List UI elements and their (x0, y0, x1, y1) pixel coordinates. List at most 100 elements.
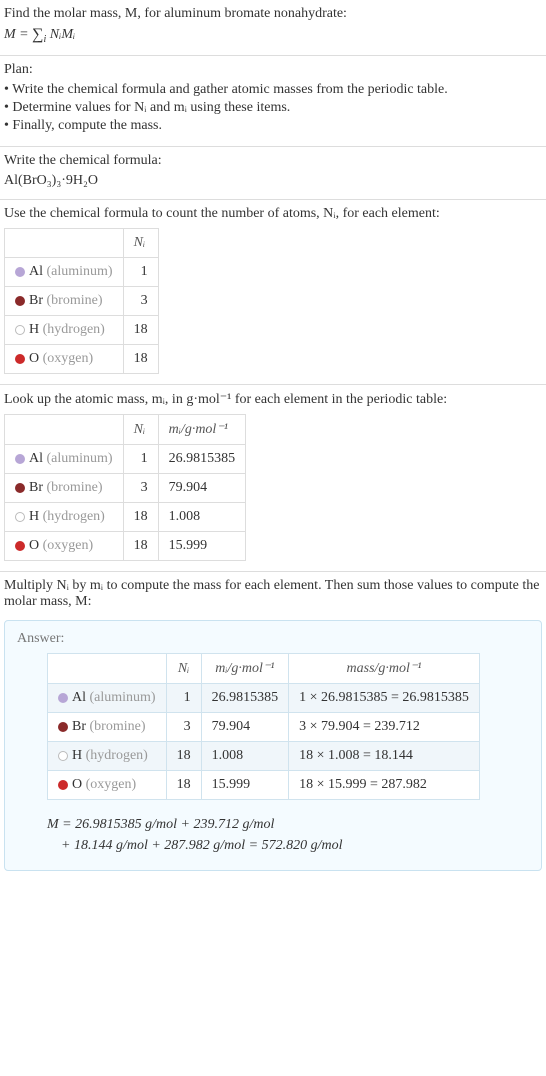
plan-section: Plan: • Write the chemical formula and g… (0, 56, 546, 147)
element-symbol: H (29, 322, 39, 337)
empty-header (5, 415, 124, 445)
answer-table: Nᵢ mᵢ/g·mol⁻¹ mass/g·mol⁻¹ Al (aluminum)… (47, 653, 480, 800)
element-swatch-icon (15, 296, 25, 306)
header-ni: Nᵢ (123, 229, 158, 258)
intro-equation: M = ∑i NᵢMᵢ (4, 26, 542, 45)
element-name: (bromine) (90, 719, 146, 734)
ni-value: 18 (166, 771, 201, 800)
table-row: Al (aluminum) 1 (5, 258, 159, 287)
element-swatch-icon (15, 267, 25, 277)
element-swatch-icon (58, 693, 68, 703)
plan-title: Plan: (4, 62, 542, 78)
element-swatch-icon (15, 354, 25, 364)
header-ni: Nᵢ (166, 654, 201, 684)
eq-right: NᵢMᵢ (46, 27, 75, 42)
ni-value: 18 (123, 316, 158, 345)
element-swatch-icon (15, 512, 25, 522)
chem-formula: Al(BrO₃)₃·9H₂O (4, 173, 542, 189)
ni-value: 1 (123, 258, 158, 287)
element-cell: Al (aluminum) (5, 445, 124, 474)
element-swatch-icon (15, 325, 25, 335)
ni-value: 18 (123, 345, 158, 374)
answer-label: Answer: (17, 631, 529, 647)
plan-bullet-1: • Write the chemical formula and gather … (4, 82, 542, 98)
chem-title: Write the chemical formula: (4, 153, 542, 169)
ni-value: 1 (123, 445, 158, 474)
element-cell: O (oxygen) (5, 532, 124, 561)
count-table: Nᵢ Al (aluminum) 1 Br (bromine) 3 H (hyd… (4, 228, 159, 374)
table-row: H (hydrogen) 18 1.008 (5, 503, 246, 532)
element-swatch-icon (15, 454, 25, 464)
final-line-2: + 18.144 g/mol + 287.982 g/mol = 572.820… (47, 835, 529, 856)
final-equation: M = 26.9815385 g/mol + 239.712 g/mol + 1… (47, 814, 529, 856)
header-mi: mᵢ/g·mol⁻¹ (158, 415, 246, 445)
table-header-row: Nᵢ (5, 229, 159, 258)
sigma-icon: ∑ (32, 26, 43, 44)
element-cell: Br (bromine) (5, 287, 124, 316)
table-row: H (hydrogen) 18 1.008 18 × 1.008 = 18.14… (48, 742, 480, 771)
element-symbol: Br (29, 480, 43, 495)
element-symbol: Al (72, 690, 86, 705)
element-name: (aluminum) (90, 690, 156, 705)
element-symbol: Al (29, 451, 43, 466)
table-row: O (oxygen) 18 15.999 18 × 15.999 = 287.9… (48, 771, 480, 800)
table-row: Br (bromine) 3 79.904 (5, 474, 246, 503)
mi-value: 15.999 (201, 771, 289, 800)
header-mi: mᵢ/g·mol⁻¹ (201, 654, 289, 684)
element-symbol: Br (72, 719, 86, 734)
element-symbol: O (72, 777, 82, 792)
ni-value: 18 (123, 532, 158, 561)
table-row: O (oxygen) 18 (5, 345, 159, 374)
empty-header (48, 654, 167, 684)
ni-value: 1 (166, 684, 201, 713)
empty-header (5, 229, 124, 258)
table-header-row: Nᵢ mᵢ/g·mol⁻¹ mass/g·mol⁻¹ (48, 654, 480, 684)
mi-value: 1.008 (201, 742, 289, 771)
mi-value: 1.008 (158, 503, 246, 532)
element-cell: O (oxygen) (5, 345, 124, 374)
intro-text: Find the molar mass, M, for aluminum bro… (4, 6, 542, 22)
element-name: (bromine) (47, 293, 103, 308)
element-symbol: O (29, 538, 39, 553)
element-cell: O (oxygen) (48, 771, 167, 800)
header-mass: mass/g·mol⁻¹ (289, 654, 480, 684)
element-swatch-icon (58, 780, 68, 790)
element-cell: Al (aluminum) (5, 258, 124, 287)
masses-title: Look up the atomic mass, mᵢ, in g·mol⁻¹ … (4, 391, 542, 408)
ni-value: 3 (123, 474, 158, 503)
element-swatch-icon (15, 483, 25, 493)
element-name: (hydrogen) (43, 509, 105, 524)
ni-value: 3 (166, 713, 201, 742)
element-name: (hydrogen) (86, 748, 148, 763)
mass-value: 3 × 79.904 = 239.712 (289, 713, 480, 742)
element-symbol: H (72, 748, 82, 763)
element-swatch-icon (58, 751, 68, 761)
intro-section: Find the molar mass, M, for aluminum bro… (0, 0, 546, 56)
mi-value: 26.9815385 (158, 445, 246, 474)
mi-value: 79.904 (158, 474, 246, 503)
table-row: Al (aluminum) 1 26.9815385 (5, 445, 246, 474)
result-section: Multiply Nᵢ by mᵢ to compute the mass fo… (0, 572, 546, 881)
header-ni: Nᵢ (123, 415, 158, 445)
table-row: Al (aluminum) 1 26.9815385 1 × 26.981538… (48, 684, 480, 713)
count-title: Use the chemical formula to count the nu… (4, 206, 542, 222)
element-name: (hydrogen) (43, 322, 105, 337)
element-name: (oxygen) (86, 777, 137, 792)
mi-value: 15.999 (158, 532, 246, 561)
multiply-text: Multiply Nᵢ by mᵢ to compute the mass fo… (4, 578, 542, 610)
mass-value: 1 × 26.9815385 = 26.9815385 (289, 684, 480, 713)
element-cell: H (hydrogen) (5, 316, 124, 345)
final-line-1: M = 26.9815385 g/mol + 239.712 g/mol (47, 814, 529, 835)
element-symbol: Br (29, 293, 43, 308)
element-symbol: O (29, 351, 39, 366)
element-symbol: H (29, 509, 39, 524)
element-name: (aluminum) (47, 451, 113, 466)
ni-value: 3 (123, 287, 158, 316)
element-name: (aluminum) (47, 264, 113, 279)
element-cell: H (hydrogen) (5, 503, 124, 532)
element-swatch-icon (58, 722, 68, 732)
table-row: H (hydrogen) 18 (5, 316, 159, 345)
ni-value: 18 (123, 503, 158, 532)
mass-value: 18 × 15.999 = 287.982 (289, 771, 480, 800)
table-row: Br (bromine) 3 (5, 287, 159, 316)
